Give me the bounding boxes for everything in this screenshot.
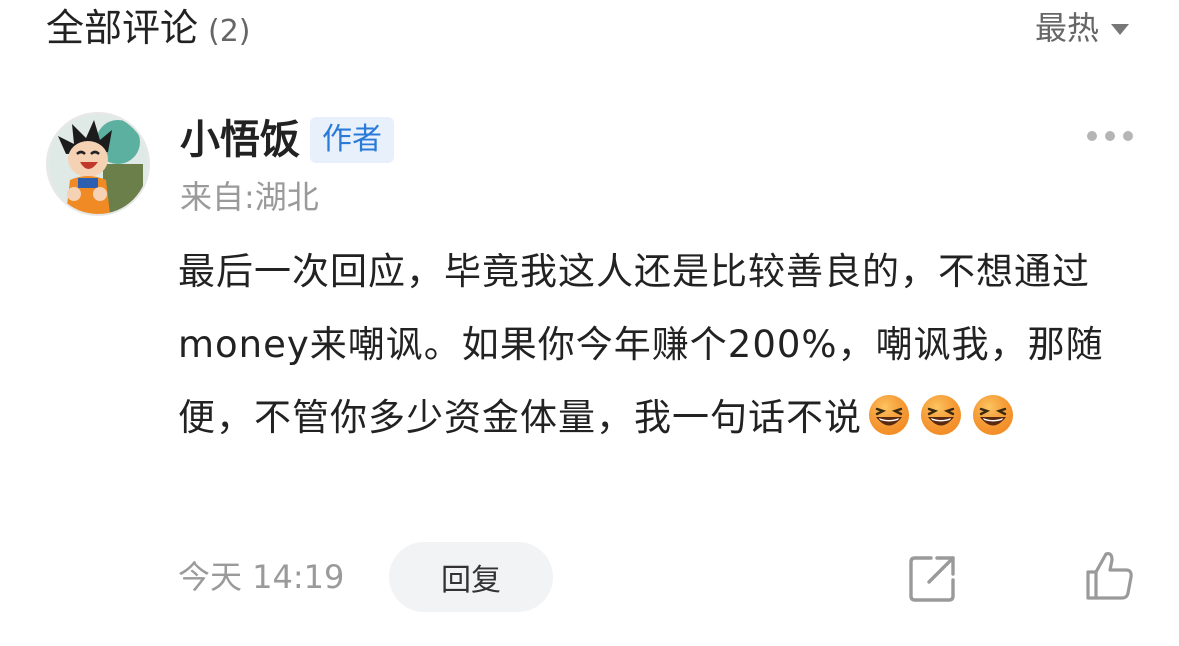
sort-dropdown[interactable]: 最热	[1035, 8, 1129, 48]
reply-button[interactable]: 回复	[389, 542, 553, 612]
author-badge: 作者	[310, 117, 394, 163]
comments-count: (2)	[208, 14, 251, 49]
comment-time: 今天 14:19	[178, 558, 345, 596]
comments-title-label: 全部评论	[46, 6, 199, 50]
sort-label: 最热	[1034, 9, 1099, 47]
more-dots-icon[interactable]	[1087, 131, 1133, 141]
thumbs-up-icon[interactable]	[1082, 548, 1136, 602]
avatar[interactable]	[46, 112, 150, 216]
comment-item: 小悟饭 作者 来自:湖北 最后一次回应，毕竟我这人还是比较善良的，不想通过mon…	[0, 105, 1179, 635]
comment-text: 最后一次回应，毕竟我这人还是比较善良的，不想通过money来嘲讽。如果你今年赚个…	[178, 235, 1133, 454]
laughing-emoji-icon	[869, 394, 909, 435]
laughing-emoji-icon	[921, 394, 961, 435]
author-name[interactable]: 小悟饭	[180, 115, 300, 165]
caret-down-icon	[1111, 24, 1129, 35]
comments-header: 全部评论 (2) 最热	[0, 0, 1179, 64]
location-label: 来自:湖北	[180, 178, 319, 216]
laughing-emoji-icon	[973, 394, 1013, 435]
author-row: 小悟饭 作者	[180, 115, 394, 165]
avatar-image	[48, 114, 148, 214]
reply-label: 回复	[441, 563, 501, 598]
comments-title: 全部评论 (2)	[46, 4, 251, 56]
share-icon[interactable]	[907, 552, 959, 604]
emoji-group	[868, 394, 1014, 436]
